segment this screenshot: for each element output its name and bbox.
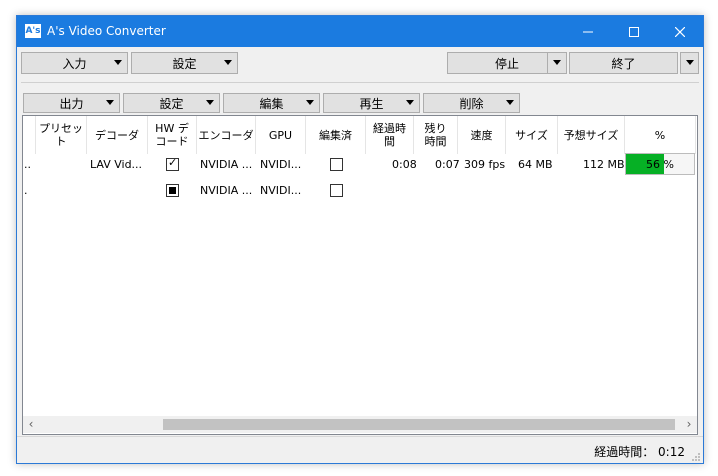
exit-label: 終了 [611, 56, 636, 71]
column-header-decoder[interactable]: デコーダ [87, 116, 148, 154]
encoder-cell: NVIDIA ... [200, 184, 253, 197]
delete-dropdown-button[interactable]: 削除 [423, 93, 520, 113]
column-header-est-size[interactable]: 予想サイズ [558, 116, 625, 154]
divider [21, 82, 699, 83]
status-bar: 経過時間： 0:12 [17, 436, 703, 464]
title-bar[interactable]: A's A's Video Converter [17, 16, 703, 47]
edited-checkbox[interactable] [330, 184, 343, 197]
input-dropdown-button[interactable]: 入力 [21, 52, 128, 74]
close-button[interactable] [657, 16, 703, 47]
gpu-cell: NVIDI... [260, 158, 302, 171]
column-header-speed[interactable]: 速度 [458, 116, 506, 154]
stop-split-button[interactable]: 停止 [447, 52, 567, 74]
input-label: 入力 [62, 56, 87, 71]
scrollbar-thumb[interactable] [163, 419, 675, 430]
horizontal-scrollbar[interactable]: ‹ › [23, 416, 697, 433]
play-dropdown-button[interactable]: 再生 [323, 93, 420, 113]
chevron-down-icon [306, 100, 314, 105]
column-header-elapsed[interactable]: 経過時 間 [366, 116, 414, 154]
close-icon [675, 26, 685, 37]
app-logo-icon: A's [25, 24, 41, 38]
settings-dropdown-button[interactable]: 設定 [131, 52, 238, 74]
progress-text: 56 % [646, 158, 674, 171]
column-header-remaining[interactable]: 残り 時間 [414, 116, 458, 154]
edit-label: 編集 [259, 96, 284, 111]
maximize-button[interactable] [611, 16, 657, 47]
size-cell: 64 MB [518, 158, 553, 171]
hw-decode-checkbox[interactable] [166, 184, 179, 197]
est-size-cell: 112 MB [583, 158, 625, 171]
column-header-encoder[interactable]: エンコーダ [197, 116, 256, 154]
remaining-cell: 0:07 [435, 158, 460, 171]
app-window: A's A's Video Converter 入力 設定 停止 終了 出力 設… [16, 15, 704, 464]
edit-dropdown-button[interactable]: 編集 [223, 93, 320, 113]
resize-grip-icon[interactable] [691, 452, 701, 462]
chevron-down-icon[interactable] [553, 60, 561, 65]
settings-label: 設定 [172, 56, 197, 71]
column-header-blank[interactable] [23, 116, 36, 154]
queue-settings-label: 設定 [159, 96, 184, 111]
maximize-icon [629, 26, 639, 37]
queue-settings-dropdown-button[interactable]: 設定 [123, 93, 220, 113]
speed-cell: 309 fps [464, 158, 506, 171]
row-lead: .. [24, 158, 31, 171]
job-list[interactable]: プリセッ ト デコーダ HW デ コード エンコーダ GPU 編集済 経過時 間… [22, 115, 698, 435]
stop-label: 停止 [494, 56, 519, 71]
column-header-hw-decode[interactable]: HW デ コード [148, 116, 197, 154]
gpu-cell: NVIDI... [260, 184, 302, 197]
chevron-down-icon [206, 100, 214, 105]
column-header-size[interactable]: サイズ [506, 116, 558, 154]
hw-decode-checkbox[interactable] [166, 156, 179, 171]
exit-options-button[interactable] [680, 52, 699, 74]
output-label: 出力 [59, 96, 84, 111]
output-dropdown-button[interactable]: 出力 [23, 93, 120, 113]
edited-checkbox[interactable] [330, 158, 343, 171]
minimize-icon [583, 31, 593, 32]
play-label: 再生 [359, 96, 384, 111]
chevron-down-icon [406, 100, 414, 105]
delete-label: 削除 [459, 96, 484, 111]
row-lead: . [24, 184, 28, 197]
minimize-button[interactable] [565, 16, 611, 47]
chevron-down-icon [506, 100, 514, 105]
exit-button[interactable]: 終了 [569, 52, 678, 74]
chevron-down-icon [106, 100, 114, 105]
progress-bar: 56 % [625, 153, 695, 175]
window-title: A's Video Converter [47, 24, 166, 38]
scroll-right-icon[interactable]: › [682, 417, 696, 431]
decoder-cell: LAV Vid... [90, 158, 143, 171]
elapsed-status: 経過時間： 0:12 [594, 445, 685, 459]
column-header-preset[interactable]: プリセッ ト [36, 116, 87, 154]
column-header-edited[interactable]: 編集済 [306, 116, 366, 154]
scroll-left-icon[interactable]: ‹ [24, 417, 38, 431]
chevron-down-icon [114, 60, 122, 65]
elapsed-cell: 0:08 [392, 158, 417, 171]
encoder-cell: NVIDIA ... [200, 158, 253, 171]
chevron-down-icon [686, 60, 694, 65]
column-header-gpu[interactable]: GPU [256, 116, 306, 154]
chevron-down-icon [224, 60, 232, 65]
column-header-percent[interactable]: % [625, 116, 696, 154]
